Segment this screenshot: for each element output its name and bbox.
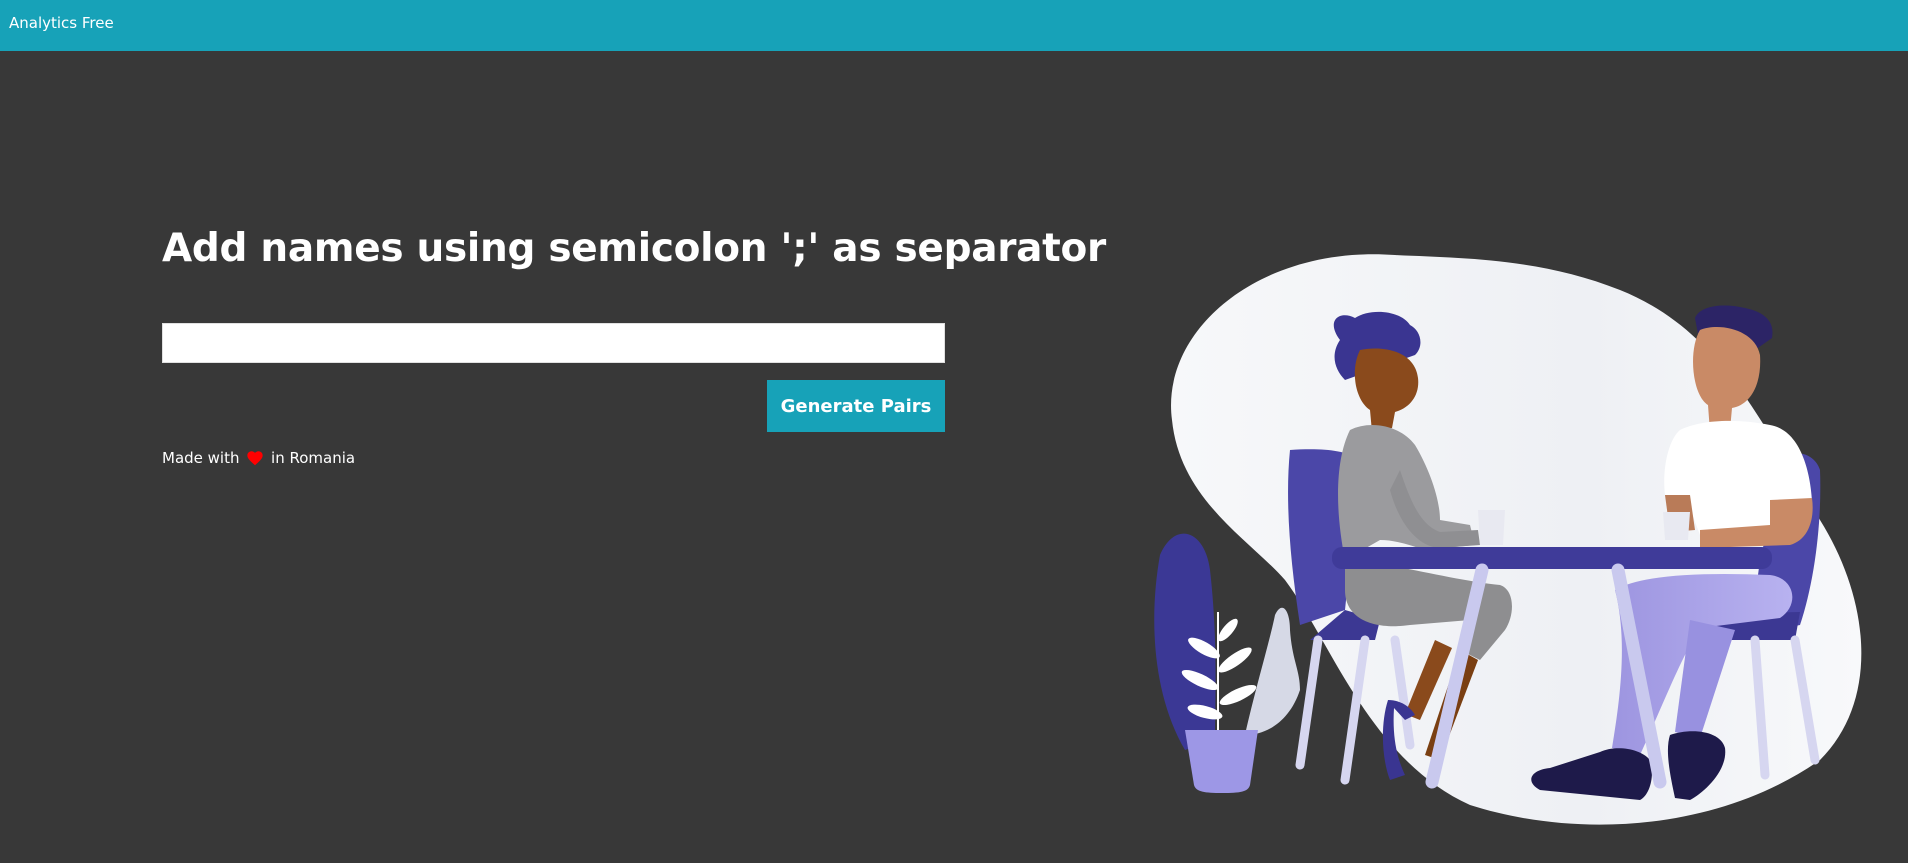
footer-prefix: Made with [162, 449, 240, 467]
top-navbar: Analytics Free [0, 0, 1908, 51]
cup-left [1478, 510, 1505, 545]
page-heading: Add names using semicolon ';' as separat… [162, 226, 1106, 271]
heart-icon [247, 451, 263, 466]
two-people-at-table-illustration [1154, 254, 1862, 825]
table-top [1332, 547, 1772, 569]
footer-suffix: in Romania [271, 449, 356, 467]
cup-right [1663, 512, 1690, 540]
brand-title[interactable]: Analytics Free [9, 14, 114, 32]
names-input[interactable] [162, 323, 945, 363]
made-with-love-note: Made with in Romania [162, 448, 355, 468]
generate-pairs-button[interactable]: Generate Pairs [767, 380, 945, 432]
plant-grey-leaf [1245, 607, 1300, 735]
plant-pot [1185, 730, 1258, 793]
